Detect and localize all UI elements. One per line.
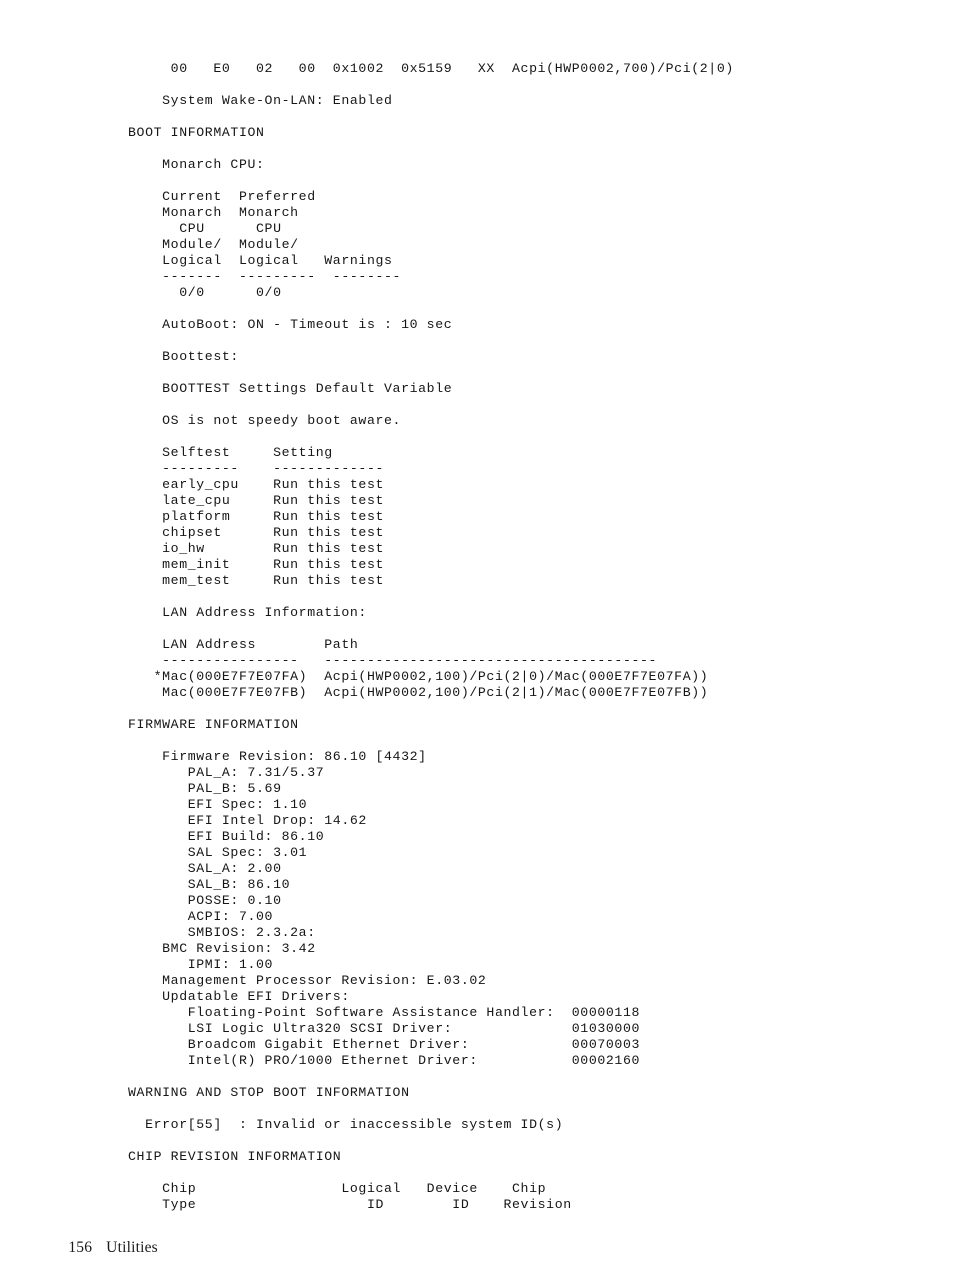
console-line: Floating-Point Software Assistance Handl… [128,1005,641,1021]
console-line: 00 E0 02 00 0x1002 0x5159 XX Acpi(HWP000… [128,61,734,77]
console-line: Monarch Monarch [128,205,299,221]
document-page: 00 E0 02 00 0x1002 0x5159 XX Acpi(HWP000… [0,0,954,1271]
console-line: --------- ------------- [128,461,385,477]
console-line: ---------------- -----------------------… [128,653,658,669]
console-line: SAL_A: 2.00 [128,861,282,877]
console-line: LAN Address Path [128,637,359,653]
console-line: Selftest Setting [128,445,333,461]
console-line: io_hw Run this test [128,541,385,557]
console-line: Error[55] : Invalid or inaccessible syst… [128,1117,564,1133]
console-line: Logical Logical Warnings [128,253,393,269]
console-line: Updatable EFI Drivers: [128,989,350,1005]
console-line: PAL_A: 7.31/5.37 [128,765,325,781]
console-line: Firmware Revision: 86.10 [4432] [128,749,427,765]
page-footer: 156 Utilities [52,1221,158,1275]
console-line: 0/0 0/0 [128,285,282,301]
console-line: SAL Spec: 3.01 [128,845,308,861]
console-line: mem_test Run this test [128,573,385,589]
console-line: EFI Intel Drop: 14.62 [128,813,367,829]
console-line: BOOTTEST Settings Default Variable [128,381,453,397]
console-line: BOOT INFORMATION [128,125,265,141]
console-line: mem_init Run this test [128,557,385,573]
console-line: CPU CPU [128,221,282,237]
console-line: *Mac(000E7F7E07FA) Acpi(HWP0002,100)/Pci… [128,669,709,685]
console-line: Chip Logical Device Chip [128,1181,547,1197]
console-line: WARNING AND STOP BOOT INFORMATION [128,1085,410,1101]
console-line: Boottest: [128,349,239,365]
console-line: AutoBoot: ON - Timeout is : 10 sec [128,317,453,333]
console-line: SAL_B: 86.10 [128,877,291,893]
console-line: SMBIOS: 2.3.2a: [128,925,316,941]
console-line: Mac(000E7F7E07FB) Acpi(HWP0002,100)/Pci(… [128,685,709,701]
console-line: System Wake-On-LAN: Enabled [128,93,393,109]
console-line: ACPI: 7.00 [128,909,274,925]
console-line: POSSE: 0.10 [128,893,282,909]
console-line: EFI Build: 86.10 [128,829,325,845]
console-line: Intel(R) PRO/1000 Ethernet Driver: 00002… [128,1053,641,1069]
console-line: Module/ Module/ [128,237,299,253]
console-line: CHIP REVISION INFORMATION [128,1149,342,1165]
console-line: Broadcom Gigabit Ethernet Driver: 000700… [128,1037,641,1053]
console-line: LSI Logic Ultra320 SCSI Driver: 01030000 [128,1021,641,1037]
console-line: Current Preferred [128,189,316,205]
console-line: IPMI: 1.00 [128,957,274,973]
console-line: EFI Spec: 1.10 [128,797,308,813]
console-line: LAN Address Information: [128,605,367,621]
console-line: FIRMWARE INFORMATION [128,717,299,733]
console-line: Type ID ID Revision [128,1197,572,1213]
console-line: Monarch CPU: [128,157,265,173]
console-line: OS is not speedy boot aware. [128,413,402,429]
footer-section-title: Utilities [106,1239,158,1256]
efi-console-output: 00 E0 02 00 0x1002 0x5159 XX Acpi(HWP000… [128,61,918,1213]
console-line: platform Run this test [128,509,385,525]
console-line: BMC Revision: 3.42 [128,941,316,957]
console-line: Management Processor Revision: E.03.02 [128,973,487,989]
console-line: chipset Run this test [128,525,385,541]
console-line: late_cpu Run this test [128,493,385,509]
console-line: PAL_B: 5.69 [128,781,282,797]
console-line: early_cpu Run this test [128,477,385,493]
console-line: ------- --------- -------- [128,269,402,285]
footer-page-number: 156 [68,1239,93,1256]
